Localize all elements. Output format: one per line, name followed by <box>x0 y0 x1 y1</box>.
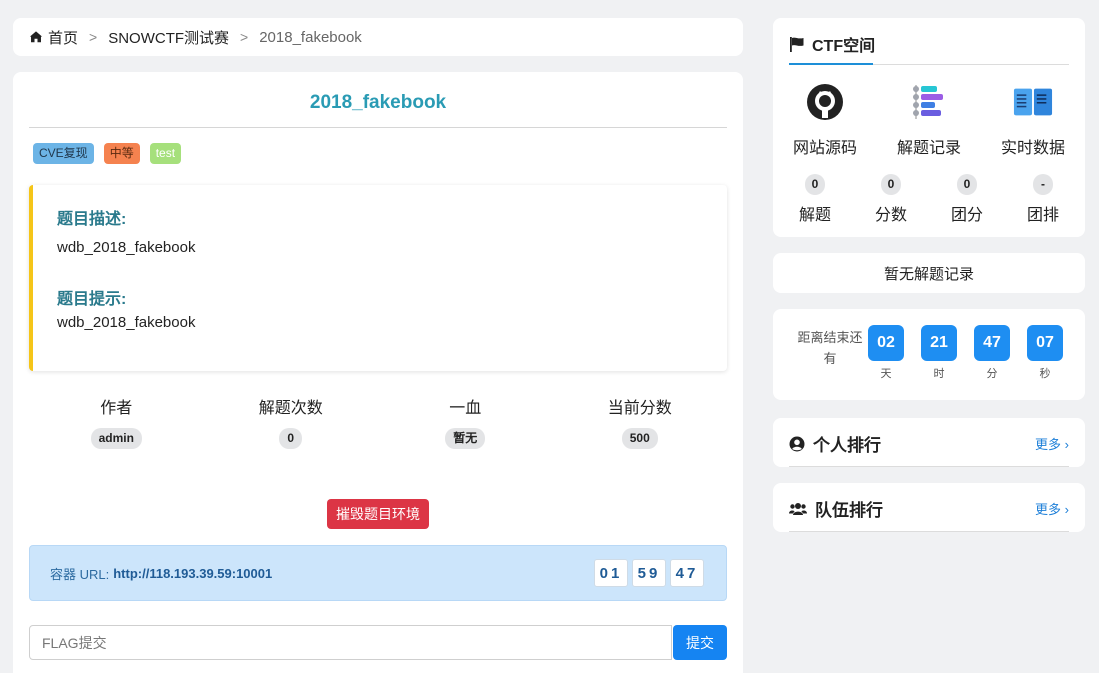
stat-score: 当前分数 500 <box>553 394 728 449</box>
stat-author: 作者 admin <box>29 394 204 449</box>
divider <box>789 466 1069 467</box>
divider <box>789 531 1069 532</box>
link-live-data[interactable]: 实时数据 <box>981 82 1085 158</box>
countdown-value: 02 <box>868 325 904 361</box>
countdown-unit: 天 <box>880 368 892 380</box>
count-score: 0 分数 <box>853 174 929 225</box>
breadcrumb-home[interactable]: 首页 <box>48 27 78 48</box>
challenge-title: 2018_fakebook <box>29 92 727 128</box>
timer-seconds: 47 <box>670 559 704 587</box>
challenge-stats: 作者 admin 解题次数 0 一血 暂无 当前分数 500 <box>29 394 727 449</box>
team-rank-card: 队伍排行 更多 › <box>773 483 1085 532</box>
description-text: wdb_2018_fakebook <box>57 239 196 256</box>
challenge-tags: CVE复现 中等 test <box>33 143 182 164</box>
breadcrumb-current: 2018_fakebook <box>259 28 362 46</box>
team-rank-more-link[interactable]: 更多 › <box>1035 499 1069 518</box>
count-value: 0 <box>957 174 977 195</box>
countdown-unit: 分 <box>986 368 998 380</box>
countdown-value: 07 <box>1027 325 1063 361</box>
countdown-minutes: 47 分 <box>974 325 1010 381</box>
breadcrumb-competition[interactable]: SNOWCTF测试赛 <box>108 27 229 48</box>
ctf-space-heading: CTF空间 <box>789 32 875 56</box>
countdown-seconds: 07 秒 <box>1027 325 1063 381</box>
personal-rank-more-link[interactable]: 更多 › <box>1035 434 1069 453</box>
stat-first-blood: 一血 暂无 <box>378 394 553 449</box>
challenge-card: 2018_fakebook CVE复现 中等 test 题目描述: wdb_20… <box>13 72 743 673</box>
count-solves: 0 解题 <box>777 174 853 225</box>
stat-label: 解题次数 <box>258 400 323 417</box>
stat-label: 当前分数 <box>607 400 672 417</box>
breadcrumb-separator: > <box>89 29 98 45</box>
timer-hours: 01 <box>594 559 628 587</box>
no-record-card: 暂无解题记录 <box>773 253 1085 293</box>
users-icon <box>789 502 807 515</box>
description-box: 题目描述: wdb_2018_fakebook 题目提示: wdb_2018_f… <box>29 185 727 371</box>
personal-rank-heading: 个人排行 <box>789 431 881 456</box>
timeline-icon <box>909 82 949 122</box>
user-icon <box>789 436 805 451</box>
count-label: 团排 <box>1026 207 1059 224</box>
container-timer: 01 59 47 <box>594 559 704 587</box>
countdown-unit: 秒 <box>1039 368 1051 380</box>
link-label: 网站源码 <box>792 140 857 157</box>
breadcrumb: 首页 > SNOWCTF测试赛 > 2018_fakebook <box>13 18 743 56</box>
team-rank-title: 队伍排行 <box>815 501 883 520</box>
category-badge: CVE复现 <box>33 143 94 164</box>
stat-value: 0 <box>279 428 303 449</box>
label-badge: test <box>149 143 182 164</box>
countdown-unit: 时 <box>933 368 945 380</box>
count-team-score: 0 团分 <box>929 174 1005 225</box>
flag-input[interactable] <box>29 625 672 660</box>
link-solve-records[interactable]: 解题记录 <box>877 82 981 158</box>
stat-label: 一血 <box>449 400 482 417</box>
ctf-space-title: CTF空间 <box>812 38 876 55</box>
active-tab-indicator <box>789 63 873 65</box>
container-info: 容器 URL: http://118.193.39.59:10001 01 59… <box>29 545 727 601</box>
flag-icon <box>790 36 804 52</box>
timer-minutes: 59 <box>632 559 666 587</box>
description-heading: 题目描述: <box>57 211 127 228</box>
hint-text: wdb_2018_fakebook <box>57 314 196 331</box>
stat-value: 500 <box>621 428 658 449</box>
countdown-days: 02 天 <box>868 325 904 381</box>
hint-heading: 题目提示: <box>57 291 127 308</box>
difficulty-badge: 中等 <box>103 143 140 164</box>
stat-label: 作者 <box>100 400 133 417</box>
countdown-value: 47 <box>974 325 1010 361</box>
stat-value: admin <box>90 428 142 449</box>
submit-flag-button[interactable]: 提交 <box>673 625 727 660</box>
personal-rank-title: 个人排行 <box>813 436 881 455</box>
count-team-rank: - 团排 <box>1005 174 1081 225</box>
count-value: - <box>1033 174 1053 195</box>
countdown-value: 21 <box>921 325 957 361</box>
home-icon[interactable] <box>29 30 43 44</box>
countdown-hours: 21 时 <box>921 325 957 381</box>
personal-rank-card: 个人排行 更多 › <box>773 418 1085 467</box>
link-label: 解题记录 <box>896 140 961 157</box>
ctf-space-card: CTF空间 网站源码 解题记录 实时数据 0 解题 0 分数 0 团分 - 团排 <box>773 18 1085 237</box>
count-label: 分数 <box>874 207 907 224</box>
countdown-label: 距离结束还有 <box>797 330 863 366</box>
ctf-links: 网站源码 解题记录 实时数据 <box>773 82 1085 158</box>
stat-value: 暂无 <box>445 428 486 449</box>
breadcrumb-separator: > <box>240 29 249 45</box>
destroy-environment-button[interactable]: 摧毁题目环境 <box>327 499 429 529</box>
countdown-card: 距离结束还有 02 天 21 时 47 分 07 秒 <box>773 309 1085 400</box>
user-counts: 0 解题 0 分数 0 团分 - 团排 <box>773 174 1085 225</box>
container-url[interactable]: http://118.193.39.59:10001 <box>113 566 272 581</box>
link-label: 实时数据 <box>1000 140 1065 157</box>
no-record-text: 暂无解题记录 <box>883 265 974 283</box>
github-icon <box>805 82 845 122</box>
team-rank-heading: 队伍排行 <box>789 496 883 521</box>
count-value: 0 <box>881 174 901 195</box>
book-icon <box>1013 82 1053 122</box>
stat-solves: 解题次数 0 <box>204 394 379 449</box>
count-label: 解题 <box>798 207 831 224</box>
count-label: 团分 <box>950 207 983 224</box>
link-source-code[interactable]: 网站源码 <box>773 82 877 158</box>
container-url-label: 容器 URL: <box>50 566 110 582</box>
count-value: 0 <box>805 174 825 195</box>
